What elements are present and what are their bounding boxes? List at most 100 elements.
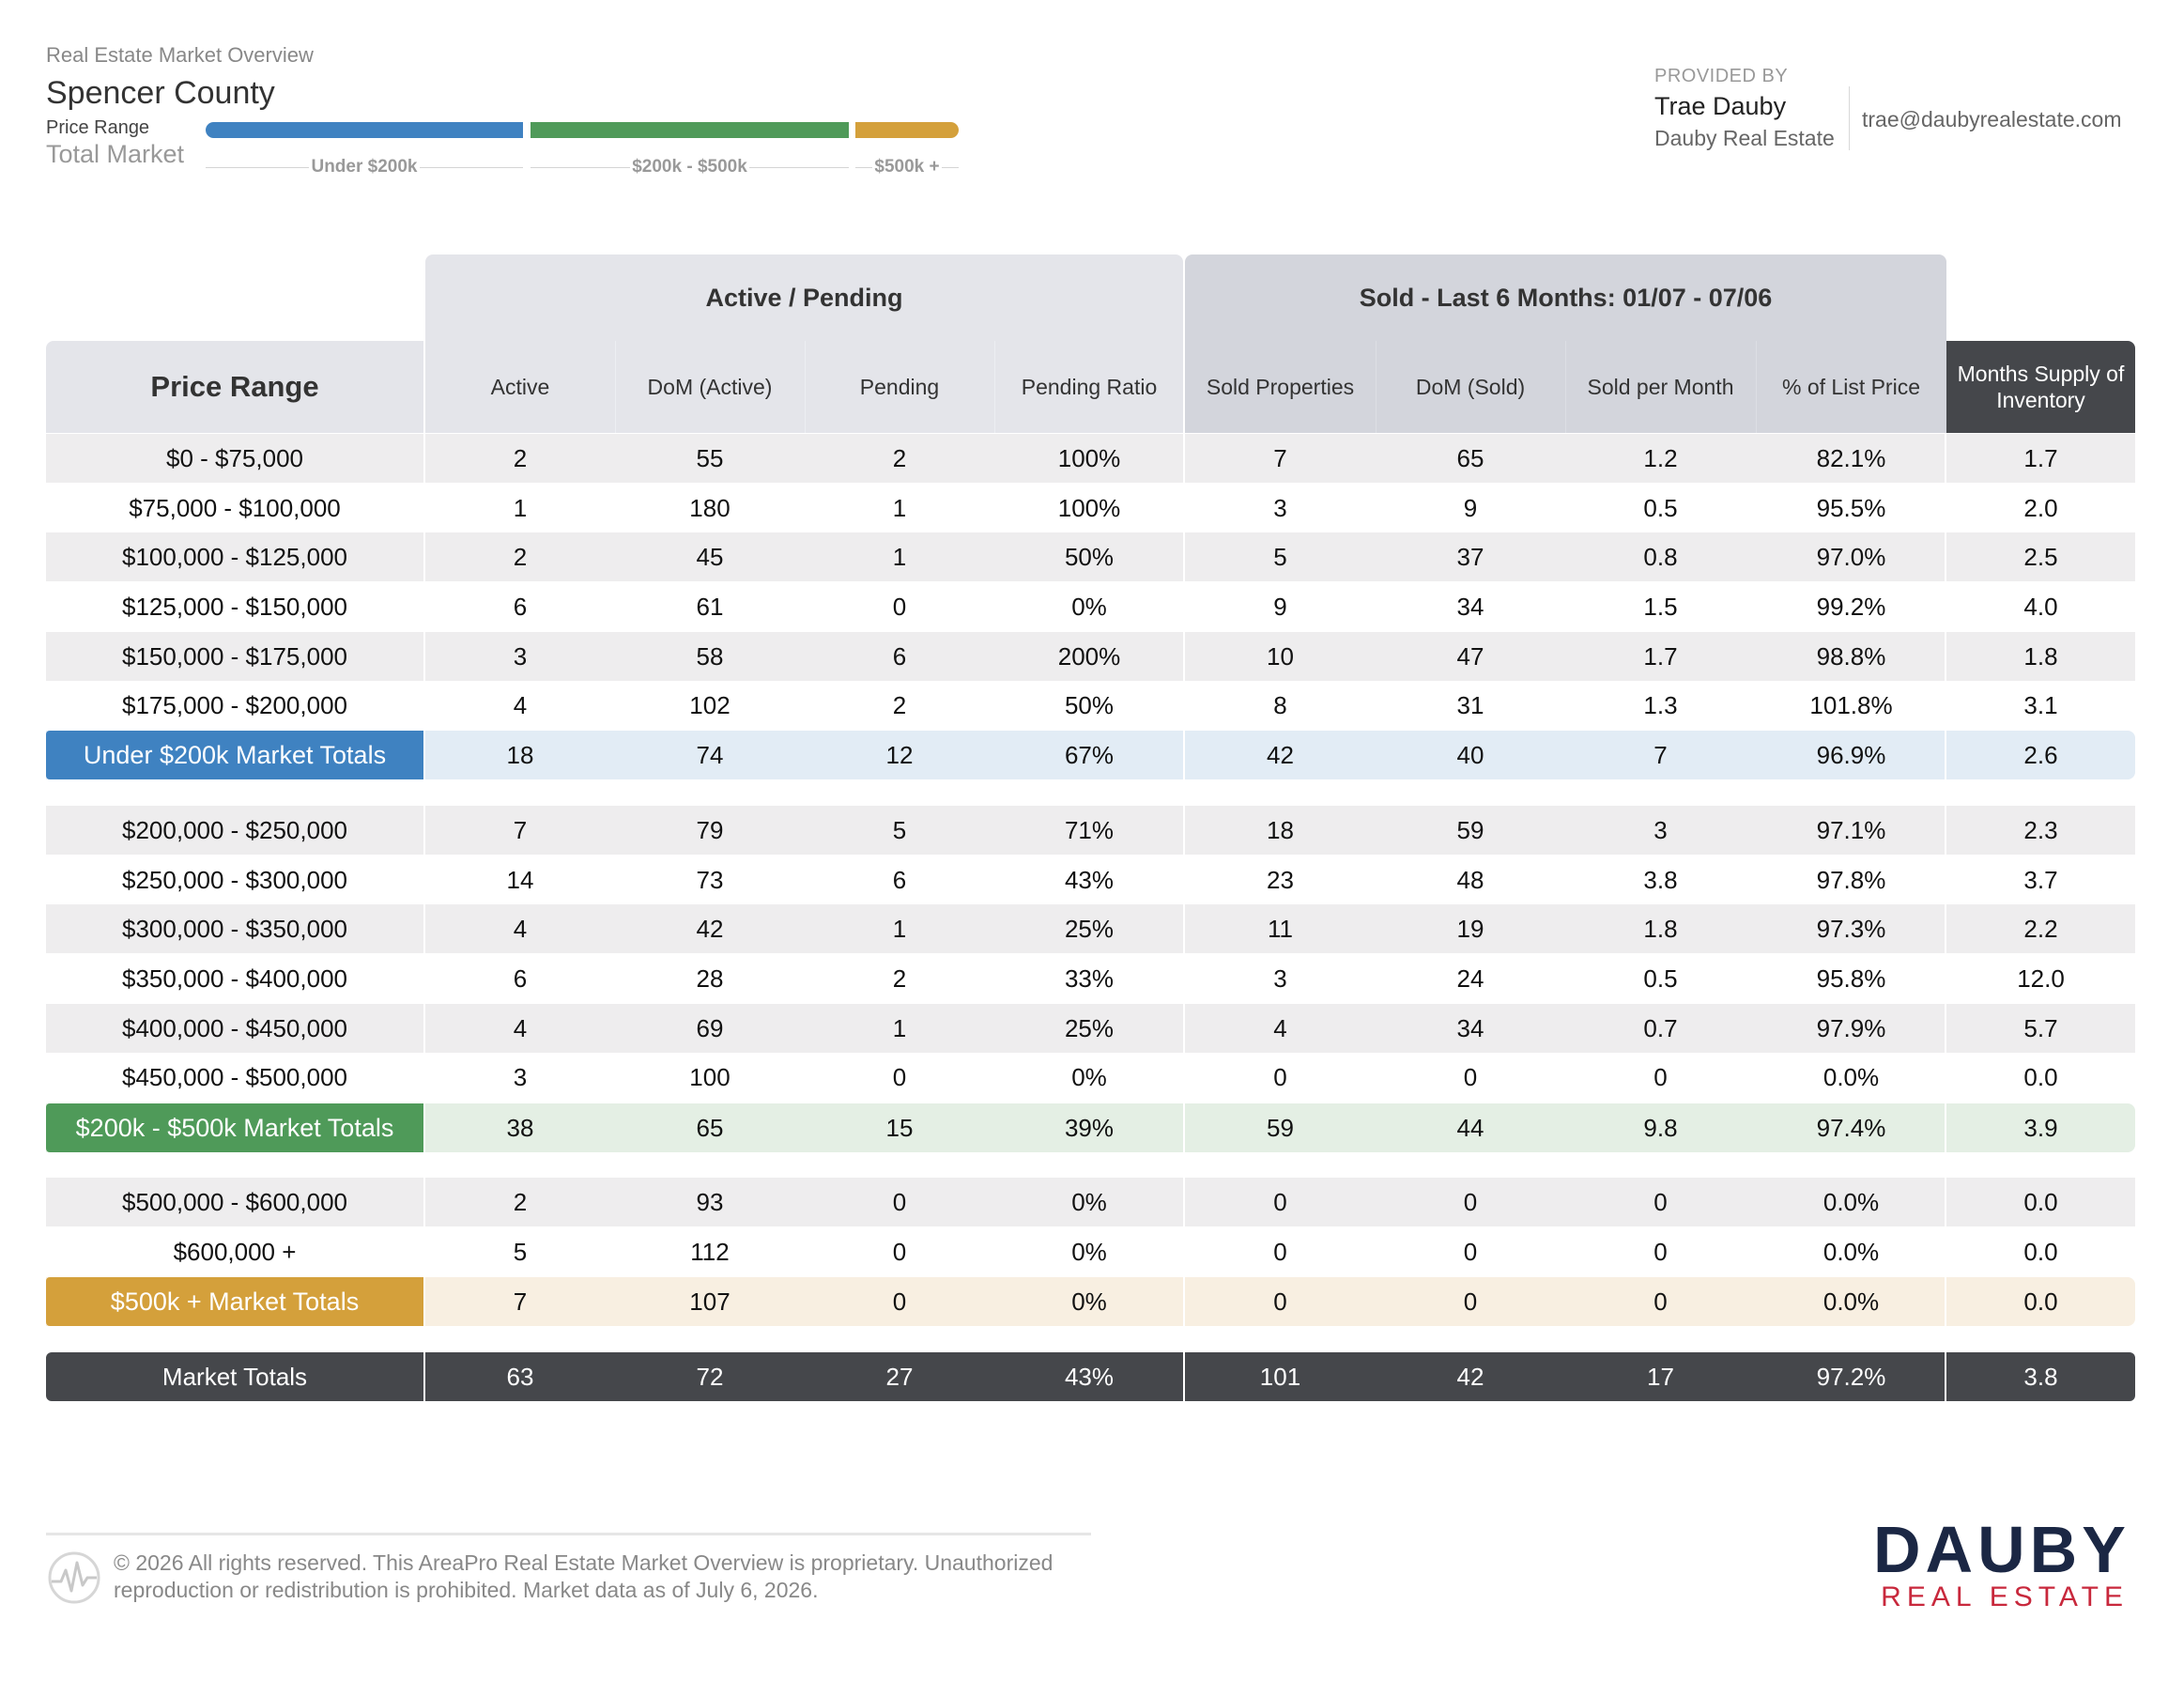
- table-cell: 0: [892, 592, 907, 621]
- table-cell: 43%: [1064, 1362, 1115, 1391]
- price-range-cell: $600,000 +: [173, 1237, 297, 1266]
- column-separator: [1945, 434, 1946, 483]
- table-cell: 1: [892, 542, 907, 571]
- price-range-cell: $300,000 - $350,000: [122, 914, 347, 943]
- table-cell: 5: [1273, 542, 1287, 571]
- column-header-dom-active: DoM (Active): [647, 374, 773, 399]
- table-cell: 0: [1463, 1187, 1478, 1216]
- table-cell: 39%: [1064, 1113, 1115, 1142]
- subtotal-row-200k-500k: $200k - $500k Market Totals 38 65 15 39% 59 44…: [46, 1103, 2135, 1152]
- table-cell: 2.0: [2023, 493, 2058, 522]
- column-separator: [423, 806, 425, 855]
- table-cell: 63: [506, 1362, 534, 1391]
- table-cell: 3.7: [2023, 865, 2058, 894]
- table-cell: 9: [1273, 592, 1287, 621]
- column-separator: [1183, 904, 1185, 953]
- price-range-column-header: Price Range: [46, 341, 423, 433]
- column-separator: [1945, 1053, 1946, 1102]
- table-cell: 12.0: [2017, 964, 2065, 993]
- column-separator: [423, 484, 425, 532]
- header-divider: [615, 341, 616, 433]
- table-cell: 59: [1456, 815, 1484, 844]
- table-cell: 0.0%: [1823, 1237, 1880, 1266]
- brand-tagline: REAL ESTATE: [1881, 1581, 2129, 1612]
- table-row: $125,000 - $150,000 6 61 0 0% 9 34 1.5 99.2% 4.0: [46, 582, 2135, 631]
- table-cell: 79: [696, 815, 724, 844]
- provider-divider: [1849, 86, 1850, 150]
- price-range-label: Price Range: [46, 117, 150, 138]
- table-cell: 5.7: [2023, 1013, 2058, 1042]
- table-cell: 97.3%: [1816, 914, 1886, 943]
- table-cell: 200%: [1057, 641, 1121, 671]
- column-separator: [423, 681, 425, 730]
- column-separator: [423, 1053, 425, 1102]
- price-range-cell: $100,000 - $125,000: [122, 542, 347, 571]
- column-separator: [1945, 806, 1946, 855]
- table-cell: 24: [1456, 964, 1484, 993]
- table-cell: 14: [506, 865, 534, 894]
- table-cell: 1.8: [2023, 641, 2058, 671]
- column-separator: [1945, 856, 1946, 904]
- table-cell: 1.8: [1643, 914, 1678, 943]
- table-cell: 107: [689, 1287, 731, 1316]
- table-cell: 67%: [1064, 740, 1115, 769]
- table-cell: 0.0: [2023, 1237, 2058, 1266]
- table-cell: 0: [1463, 1062, 1478, 1091]
- table-cell: 98.8%: [1816, 641, 1886, 671]
- table-cell: 180: [689, 493, 731, 522]
- table-cell: 97.2%: [1816, 1362, 1886, 1391]
- price-range-cell: $500k + Market Totals: [46, 1277, 423, 1326]
- table-cell: 97.1%: [1816, 815, 1886, 844]
- price-range-cell: $200,000 - $250,000: [122, 815, 347, 844]
- table-cell: 97.8%: [1816, 865, 1886, 894]
- column-header-dom-sold: DoM (Sold): [1415, 374, 1526, 399]
- column-separator: [1183, 582, 1185, 631]
- table-cell: 1: [892, 1013, 907, 1042]
- table-cell: 23: [1267, 865, 1294, 894]
- table-cell: 44: [1456, 1113, 1484, 1142]
- table-cell: 1.7: [2023, 443, 2058, 472]
- table-cell: 9: [1463, 493, 1478, 522]
- table-row: $400,000 - $450,000 4 69 1 25% 4 34 0.7 97.9% 5.7: [46, 1004, 2135, 1053]
- column-separator: [1183, 484, 1185, 532]
- table-cell: 50%: [1064, 690, 1115, 719]
- county-title: Spencer County: [46, 75, 275, 111]
- table-cell: 34: [1456, 1013, 1484, 1042]
- price-range-cell: $0 - $75,000: [165, 443, 303, 472]
- table-cell: 3.8: [1643, 865, 1678, 894]
- table-cell: 95.8%: [1816, 964, 1886, 993]
- table-cell: 3.1: [2023, 690, 2058, 719]
- column-separator: [423, 532, 425, 581]
- table-cell: 0.0%: [1823, 1062, 1880, 1091]
- column-separator: [1183, 1227, 1185, 1276]
- segment-bar-500k-plus: [855, 122, 959, 138]
- header-divider: [1756, 341, 1757, 433]
- table-cell: 1: [513, 493, 528, 522]
- table-cell: 101.8%: [1809, 690, 1893, 719]
- agent-name: Trae Dauby: [1654, 92, 1787, 120]
- table-cell: 45: [696, 542, 724, 571]
- column-separator: [423, 632, 425, 681]
- table-cell: 0: [1273, 1237, 1287, 1266]
- column-separator: [1183, 1277, 1185, 1326]
- column-separator: [423, 954, 425, 1003]
- table-cell: 0.0: [2023, 1287, 2058, 1316]
- table-cell: 97.0%: [1816, 542, 1886, 571]
- table-cell: 4.0: [2023, 592, 2058, 621]
- column-separator: [1945, 1352, 1946, 1401]
- agent-email[interactable]: trae@daubyrealestate.com: [1862, 107, 2122, 132]
- table-cell: 95.5%: [1816, 493, 1886, 522]
- table-cell: 7: [513, 1287, 528, 1316]
- table-cell: 11: [1268, 914, 1293, 943]
- table-cell: 37: [1456, 542, 1484, 571]
- table-cell: 25%: [1064, 914, 1115, 943]
- dauby-real-estate-logo: DAUBY REAL ESTATE: [1873, 1517, 2126, 1612]
- table-row: $600,000 + 5 112 0 0% 0 0 0 0.0% 0.0: [46, 1227, 2135, 1276]
- table-cell: 4: [1273, 1013, 1287, 1042]
- table-row: $350,000 - $400,000 6 28 2 33% 3 24 0.5 95.8% 12.…: [46, 954, 2135, 1003]
- table-cell: 50%: [1064, 542, 1115, 571]
- table-cell: 0%: [1071, 1287, 1107, 1316]
- table-cell: 7: [1273, 443, 1287, 472]
- table-cell: 1.5: [1643, 592, 1678, 621]
- column-separator: [1945, 582, 1946, 631]
